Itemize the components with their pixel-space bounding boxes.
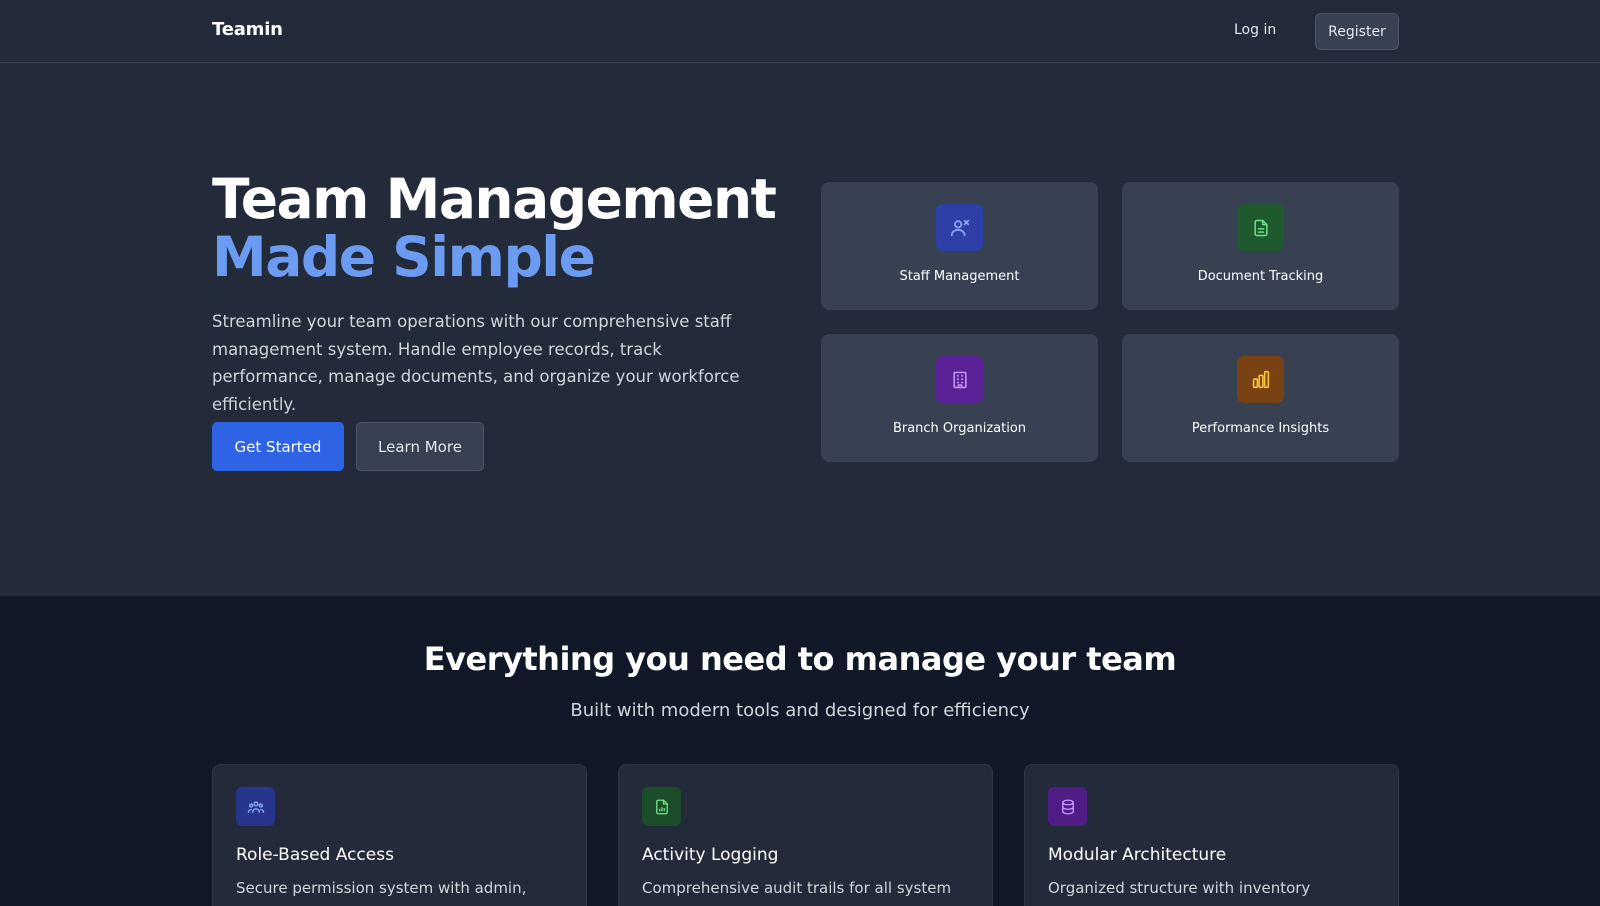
hero-title: Team Management Made Simple <box>212 170 812 286</box>
building-icon <box>936 356 983 403</box>
feature-card-document-tracking: Document Tracking <box>1122 182 1399 310</box>
feature-tile-role-based-access: Role-Based Access Secure permission syst… <box>212 764 587 906</box>
hero-title-line1: Team Management <box>212 167 777 231</box>
feature-card-label: Staff Management <box>899 269 1020 284</box>
register-button[interactable]: Register <box>1315 13 1399 50</box>
feature-card-staff-management: Staff Management <box>821 182 1098 310</box>
feature-tile-title: Modular Architecture <box>1048 845 1227 865</box>
feature-card-label: Performance Insights <box>1191 421 1330 436</box>
features-section: Everything you need to manage your team … <box>0 596 1600 906</box>
features-title: Everything you need to manage your team <box>423 640 1177 678</box>
feature-tile-description: Organized structure with inventory <box>1048 879 1311 897</box>
hero-title-line2: Made Simple <box>212 225 596 289</box>
get-started-button[interactable]: Get Started <box>212 422 344 471</box>
bar-chart-icon <box>1237 356 1284 403</box>
feature-tile-title: Activity Logging <box>642 845 779 865</box>
features-subtitle: Built with modern tools and designed for… <box>570 700 1030 721</box>
staff-icon <box>936 204 983 251</box>
learn-more-button[interactable]: Learn More <box>356 422 484 471</box>
feature-card-label: Branch Organization <box>892 421 1027 436</box>
feature-card-label: Document Tracking <box>1197 269 1324 284</box>
document-icon <box>1237 204 1284 251</box>
hero-section: Team Management Made Simple Streamline y… <box>0 64 1600 596</box>
top-navigation: Teamin Log in Register <box>0 0 1600 63</box>
database-icon <box>1048 787 1087 826</box>
login-link[interactable]: Log in <box>1234 22 1276 38</box>
hero-description: Streamline your team operations with our… <box>212 312 740 414</box>
feature-card-branch-organization: Branch Organization <box>821 334 1098 462</box>
feature-tile-title: Role-Based Access <box>236 845 394 865</box>
file-chart-icon <box>642 787 681 826</box>
brand-logo[interactable]: Teamin <box>212 19 283 40</box>
feature-tile-activity-logging: Activity Logging Comprehensive audit tra… <box>618 764 993 906</box>
feature-tile-modular-architecture: Modular Architecture Organized structure… <box>1024 764 1399 906</box>
users-group-icon <box>236 787 275 826</box>
feature-tile-description: Secure permission system with admin, <box>236 879 527 897</box>
feature-card-performance-insights: Performance Insights <box>1122 334 1399 462</box>
feature-tile-description: Comprehensive audit trails for all syste… <box>642 879 952 897</box>
